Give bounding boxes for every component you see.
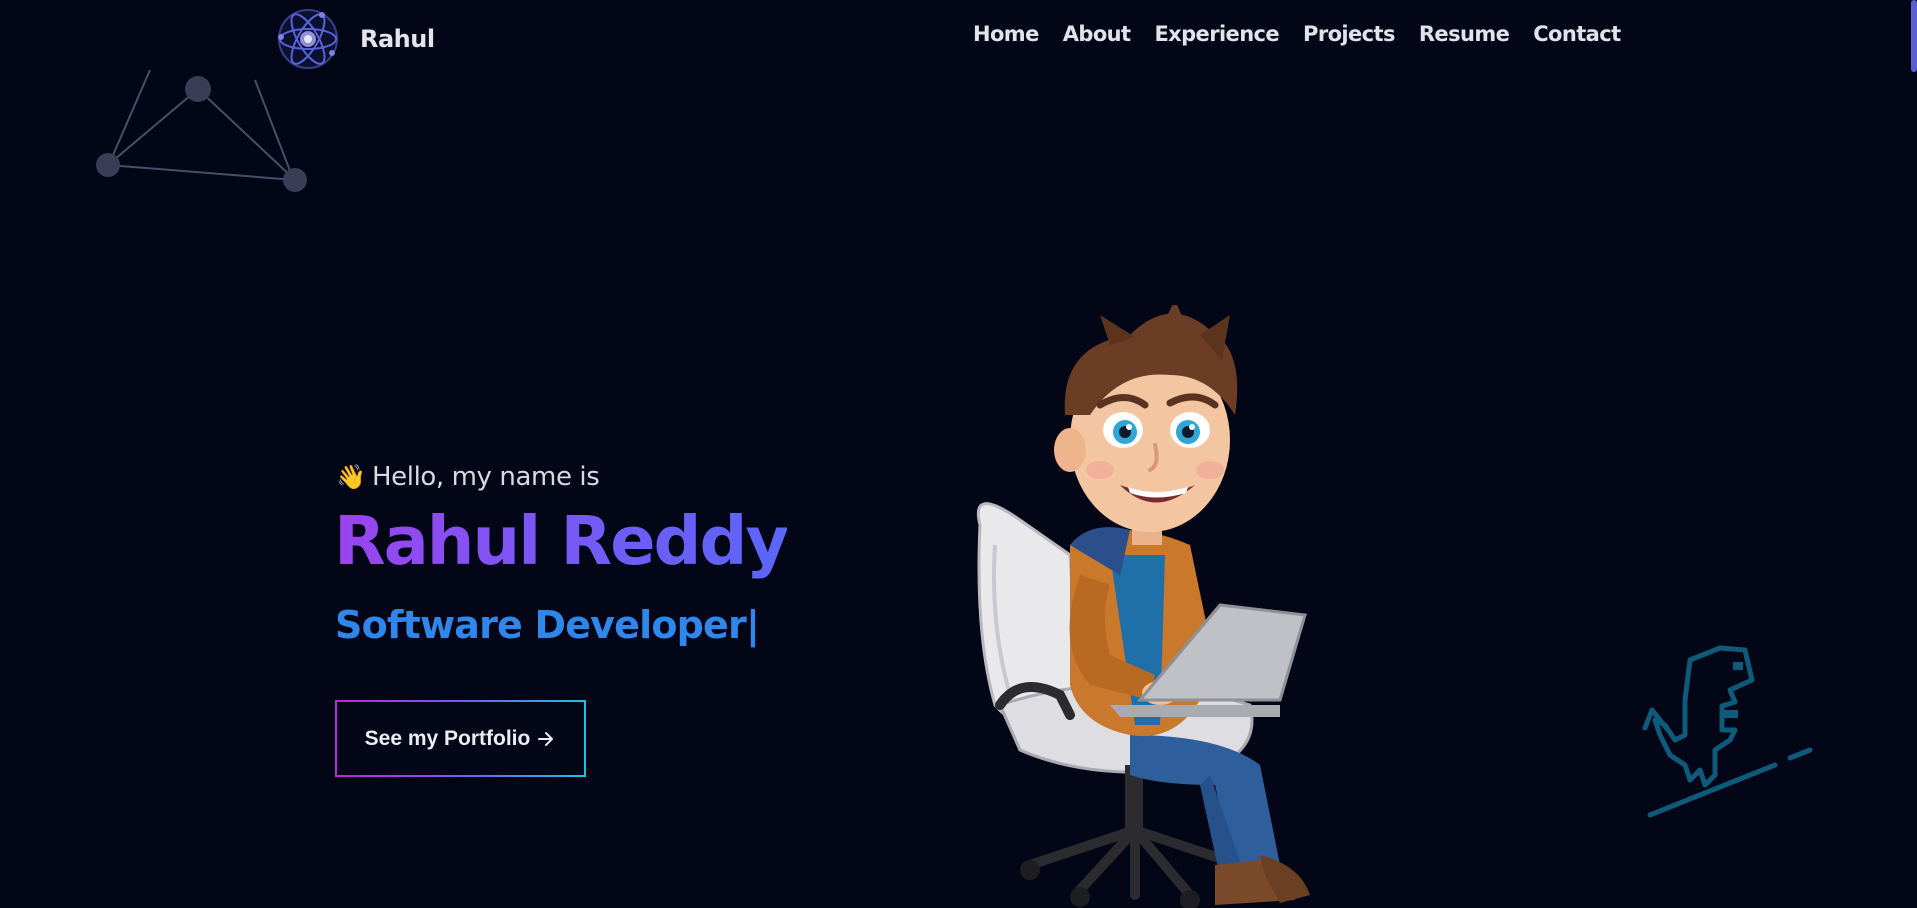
greeting-text: Hello, my name is [372, 462, 600, 492]
see-portfolio-label: See my Portfolio [364, 726, 531, 750]
brand-name: Rahul [360, 25, 435, 53]
dino-on-skateboard-icon [1642, 645, 1813, 818]
waving-hand-icon: 👋 [336, 463, 366, 491]
nav-link-experience[interactable]: Experience [1154, 22, 1279, 46]
nav-link-projects[interactable]: Projects [1303, 22, 1395, 46]
atom-logo-icon [278, 9, 338, 69]
hero-name: Rahul Reddy [334, 502, 789, 580]
nav-link-contact[interactable]: Contact [1533, 22, 1621, 46]
network-graph-decoration [96, 70, 307, 192]
brand-link[interactable]: Rahul [276, 4, 435, 74]
developer-character-illustration [976, 305, 1310, 908]
role-text: Software Developer [335, 603, 747, 647]
arrow-right-icon [538, 731, 554, 746]
nav-link-resume[interactable]: Resume [1419, 22, 1510, 46]
hero-role: Software Developer| [335, 603, 760, 647]
scrollbar-thumb[interactable] [1911, 0, 1917, 72]
greeting: 👋 Hello, my name is [336, 462, 600, 492]
nav-links: Home About Experience Projects Resume Co… [973, 22, 1621, 46]
typing-cursor: | [745, 603, 760, 647]
nav-link-about[interactable]: About [1063, 22, 1131, 46]
see-portfolio-button[interactable]: See my Portfolio [335, 700, 586, 777]
page-scrollbar[interactable] [1911, 0, 1917, 908]
navbar: Rahul Home About Experience Projects Res… [0, 0, 1917, 80]
nav-link-home[interactable]: Home [973, 22, 1039, 46]
